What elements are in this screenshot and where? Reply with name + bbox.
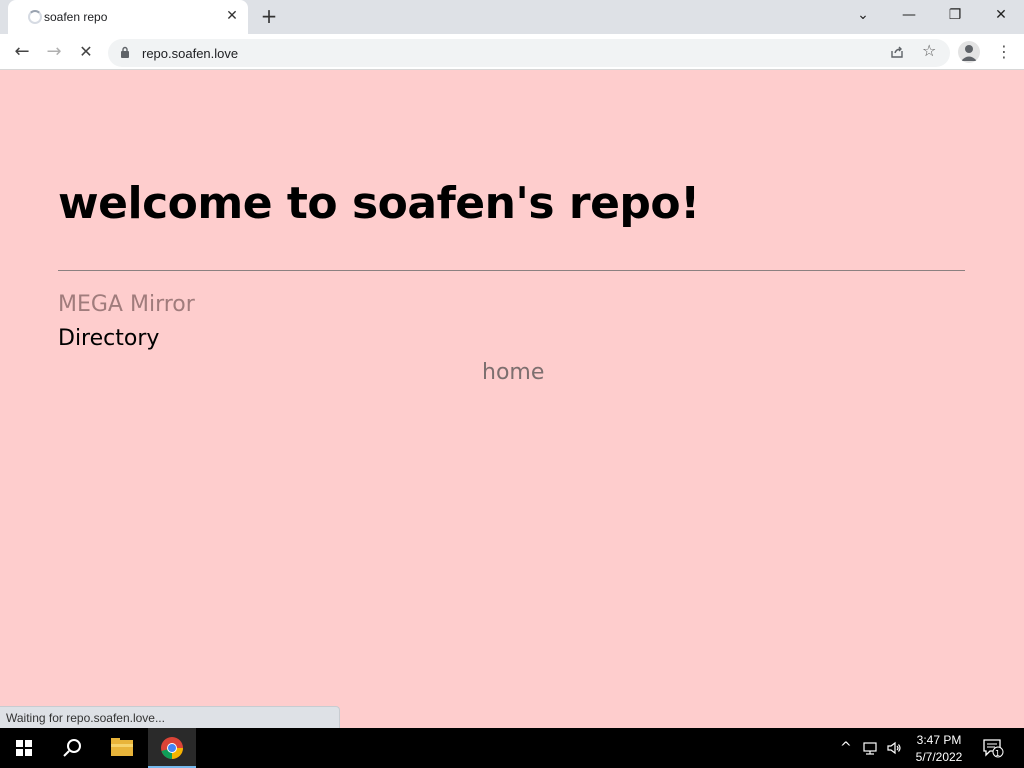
minimize-button[interactable]: — — [886, 0, 932, 32]
file-explorer-icon[interactable] — [98, 728, 146, 768]
forward-button[interactable]: → — [42, 40, 66, 64]
home-link[interactable]: home — [482, 360, 544, 385]
directory-link[interactable]: Directory — [58, 326, 159, 351]
tab-search-dropdown-icon[interactable]: ⌄ — [840, 0, 886, 32]
mega-mirror-link[interactable]: MEGA Mirror — [58, 292, 195, 317]
browser-menu-icon[interactable]: ⋮ — [996, 40, 1012, 64]
tab-title: soafen repo — [44, 10, 108, 24]
bookmark-star-icon[interactable]: ☆ — [922, 41, 936, 60]
new-tab-button[interactable]: + — [258, 6, 280, 28]
page-title: welcome to soafen's repo! — [58, 178, 700, 229]
search-icon[interactable] — [48, 728, 96, 768]
share-icon[interactable] — [889, 44, 905, 60]
network-icon[interactable] — [862, 740, 878, 760]
browser-tab[interactable]: soafen repo ✕ — [8, 0, 248, 34]
browser-toolbar: ← → ✕ repo.soafen.love ☆ ⋮ — [0, 34, 1024, 70]
close-window-button[interactable]: ✕ — [978, 0, 1024, 32]
horizontal-divider — [58, 270, 965, 271]
address-bar[interactable]: repo.soafen.love ☆ — [108, 39, 950, 67]
notifications-icon[interactable]: 1 — [982, 738, 1004, 762]
clock-time[interactable]: 3:47 PM — [914, 733, 964, 747]
web-page: welcome to soafen's repo! MEGA Mirror Di… — [0, 70, 1024, 728]
lock-icon[interactable] — [120, 46, 130, 58]
chrome-icon[interactable] — [148, 728, 196, 768]
notification-count: 1 — [995, 749, 1001, 758]
profile-avatar-icon[interactable] — [958, 41, 980, 63]
status-bubble: Waiting for repo.soafen.love... — [0, 706, 340, 728]
windows-start-icon[interactable] — [0, 728, 48, 768]
clock-date[interactable]: 5/7/2022 — [914, 750, 964, 764]
url-text[interactable]: repo.soafen.love — [142, 46, 238, 61]
loading-spinner-icon — [28, 10, 42, 24]
stop-loading-button[interactable]: ✕ — [74, 40, 98, 64]
restore-button[interactable]: ❐ — [932, 0, 978, 32]
tab-strip: soafen repo ✕ + ⌄ — ❐ ✕ — [0, 0, 1024, 34]
back-button[interactable]: ← — [10, 40, 34, 64]
tab-close-icon[interactable]: ✕ — [224, 8, 240, 24]
windows-taskbar: ^ 3:47 PM 5/7/2022 1 — [0, 728, 1024, 768]
tray-chevron-icon[interactable]: ^ — [840, 740, 852, 756]
volume-icon[interactable] — [886, 740, 902, 760]
